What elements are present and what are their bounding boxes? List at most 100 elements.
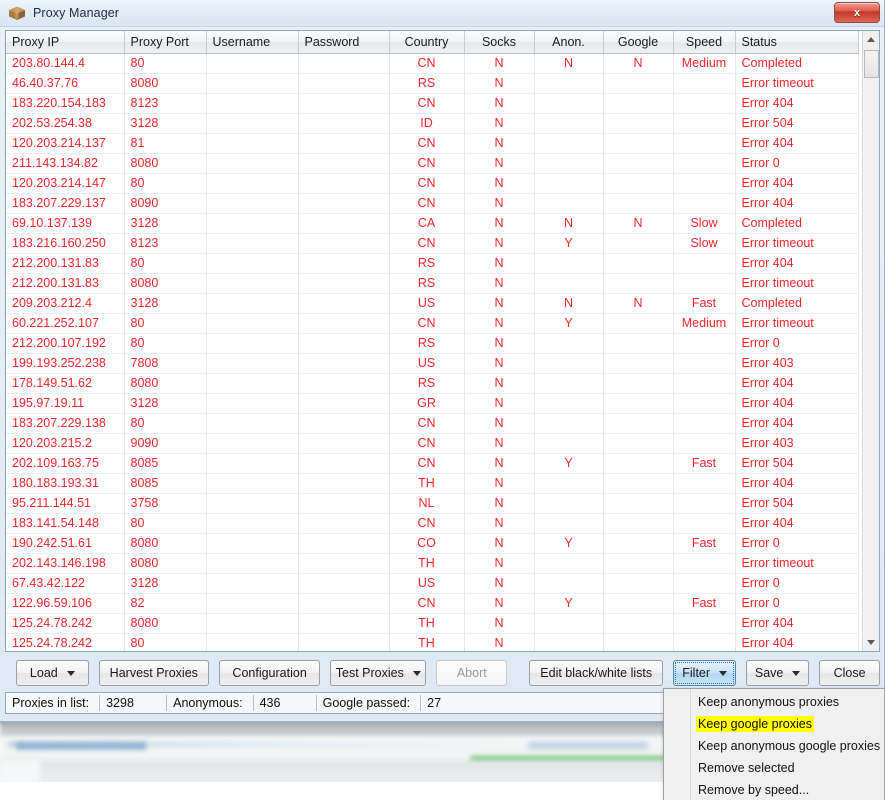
cell-ip: 202.109.163.75	[6, 453, 125, 474]
cell-socks: N	[464, 493, 535, 514]
column-header-google[interactable]: Google	[603, 31, 674, 54]
cell-ip: 178.149.51.62	[6, 373, 125, 394]
scrollbar-thumb[interactable]	[863, 50, 879, 78]
menu-item-keep-anonymous-proxies[interactable]: Keep anonymous proxies	[664, 691, 884, 713]
abort-button[interactable]: Abort	[436, 660, 508, 686]
table-row[interactable]: 67.43.42.122 3128 US N Error 0	[6, 573, 859, 594]
column-header-status[interactable]: Status	[735, 31, 859, 54]
save-button[interactable]: Save	[746, 660, 810, 686]
filter-button-label: Filter	[682, 666, 711, 680]
table-row[interactable]: 60.221.252.107 80 CN N Y Medium Error timeout	[6, 313, 859, 334]
cell-country: TH	[389, 633, 465, 651]
table-row[interactable]: 120.203.214.147 80 CN N Error 404	[6, 173, 859, 194]
cell-status: Completed	[735, 213, 859, 234]
cell-google	[603, 613, 674, 634]
table-row[interactable]: 199.193.252.238 7808 US N Error 403	[6, 353, 859, 374]
menu-item-remove-by-speed[interactable]: Remove by speed...	[664, 779, 884, 800]
table-row[interactable]: 183.207.229.137 8090 CN N Error 404	[6, 193, 859, 214]
column-header-password[interactable]: Password	[298, 31, 390, 54]
cell-socks: N	[464, 473, 535, 494]
cell-password	[298, 553, 390, 574]
table-row[interactable]: 190.242.51.61 8080 CO N Y Fast Error 0	[6, 533, 859, 554]
column-header-port[interactable]: Proxy Port	[124, 31, 207, 54]
column-header-speed[interactable]: Speed	[673, 31, 736, 54]
scroll-up-arrow-icon[interactable]	[862, 31, 879, 48]
configuration-button[interactable]: Configuration	[218, 660, 321, 686]
table-row[interactable]: 212.200.131.83 8080 RS N Error timeout	[6, 273, 859, 294]
proxies-in-list-value: 3298	[106, 696, 134, 710]
table-row[interactable]: 211.143.134.82 8080 CN N Error 0	[6, 153, 859, 174]
cell-username	[206, 373, 299, 394]
cell-port: 8080	[124, 373, 207, 394]
table-row[interactable]: 120.203.214.137 81 CN N Error 404	[6, 133, 859, 154]
cell-password	[298, 353, 390, 374]
table-row[interactable]: 95.211.144.51 3758 NL N Error 504	[6, 493, 859, 514]
test-proxies-button[interactable]: Test Proxies	[330, 660, 427, 686]
table-row[interactable]: 183.220.154.183 8123 CN N Error 404	[6, 93, 859, 114]
cell-socks: N	[464, 233, 535, 254]
column-header-username[interactable]: Username	[206, 31, 299, 54]
table-row[interactable]: 195.97.19.11 3128 GR N Error 404	[6, 393, 859, 414]
cell-status: Completed	[735, 293, 859, 314]
cell-country: RS	[389, 73, 465, 94]
table-row[interactable]: 209.203.212.4 3128 US N N N Fast Completed	[6, 293, 859, 314]
load-button[interactable]: Load	[16, 660, 89, 686]
cell-google	[603, 153, 674, 174]
cell-port: 8123	[124, 233, 207, 254]
column-header-socks[interactable]: Socks	[464, 31, 535, 54]
table-row[interactable]: 202.53.254.38 3128 ID N Error 504	[6, 113, 859, 134]
table-row[interactable]: 178.149.51.62 8080 RS N Error 404	[6, 373, 859, 394]
cell-port: 8080	[124, 73, 207, 94]
menu-item-remove-selected[interactable]: Remove selected	[664, 757, 884, 779]
vertical-scrollbar[interactable]	[862, 31, 879, 651]
scroll-down-arrow-icon[interactable]	[862, 634, 879, 651]
cell-google	[603, 313, 674, 334]
column-header-ip[interactable]: Proxy IP	[6, 31, 125, 54]
table-row[interactable]: 69.10.137.139 3128 CA N N N Slow Completed	[6, 213, 859, 234]
table-row[interactable]: 203.80.144.4 80 CN N N N Medium Completed	[6, 53, 859, 74]
column-header-country[interactable]: Country	[389, 31, 465, 54]
cell-socks: N	[464, 53, 535, 74]
table-row[interactable]: 202.109.163.75 8085 CN N Y Fast Error 504	[6, 453, 859, 474]
cell-speed	[673, 473, 736, 494]
cell-google	[603, 633, 674, 651]
scrollbar-track[interactable]	[862, 48, 879, 634]
cell-status: Error 0	[735, 533, 859, 554]
table-row[interactable]: 212.200.131.83 80 RS N Error 404	[6, 253, 859, 274]
cell-ip: 211.143.134.82	[6, 153, 125, 174]
harvest-proxies-button[interactable]: Harvest Proxies	[98, 660, 209, 686]
menu-item-label: Keep google proxies	[696, 716, 814, 732]
cell-anon	[534, 113, 604, 134]
title-bar[interactable]: Proxy Manager x	[0, 0, 884, 27]
cell-google	[603, 133, 674, 154]
table-row[interactable]: 202.143.146.198 8080 TH N Error timeout	[6, 553, 859, 574]
cell-google	[603, 93, 674, 114]
close-button-toolbar[interactable]: Close	[819, 660, 880, 686]
cell-username	[206, 573, 299, 594]
filter-button[interactable]: Filter	[673, 660, 737, 686]
table-row[interactable]: 125.24.78.242 8080 TH N Error 404	[6, 613, 859, 634]
cell-port: 8123	[124, 93, 207, 114]
cell-speed	[673, 513, 736, 534]
table-row[interactable]: 183.207.229.138 80 CN N Error 404	[6, 413, 859, 434]
cell-password	[298, 533, 390, 554]
column-header-anon[interactable]: Anon.	[534, 31, 604, 54]
cell-status: Error 404	[735, 173, 859, 194]
table-row[interactable]: 120.203.215.2 9090 CN N Error 403	[6, 433, 859, 454]
table-row[interactable]: 183.141.54.148 80 CN N Error 404	[6, 513, 859, 534]
menu-item-keep-anonymous-google-proxies[interactable]: Keep anonymous google proxies	[664, 735, 884, 757]
table-row[interactable]: 122.96.59.106 82 CN N Y Fast Error 0	[6, 593, 859, 614]
table-row[interactable]: 212.200.107.192 80 RS N Error 0	[6, 333, 859, 354]
table-row[interactable]: 46.40.37.76 8080 RS N Error timeout	[6, 73, 859, 94]
menu-item-keep-google-proxies[interactable]: Keep google proxies	[664, 713, 884, 735]
status-proxies-in-list: Proxies in list:	[6, 693, 99, 713]
table-row[interactable]: 180.183.193.31 8085 TH N Error 404	[6, 473, 859, 494]
close-window-button[interactable]: x	[834, 2, 880, 23]
grid-scroll-area[interactable]: Proxy IP Proxy Port Username Password Countr…	[6, 31, 862, 651]
table-row[interactable]: 183.216.160.250 8123 CN N Y Slow Error timeout	[6, 233, 859, 254]
cell-anon	[534, 513, 604, 534]
background-blue-text-1	[16, 742, 146, 750]
table-row[interactable]: 125.24.78.242 80 TH N Error 404	[6, 633, 859, 651]
edit-black-white-lists-button[interactable]: Edit black/white lists	[529, 660, 664, 686]
cell-username	[206, 613, 299, 634]
